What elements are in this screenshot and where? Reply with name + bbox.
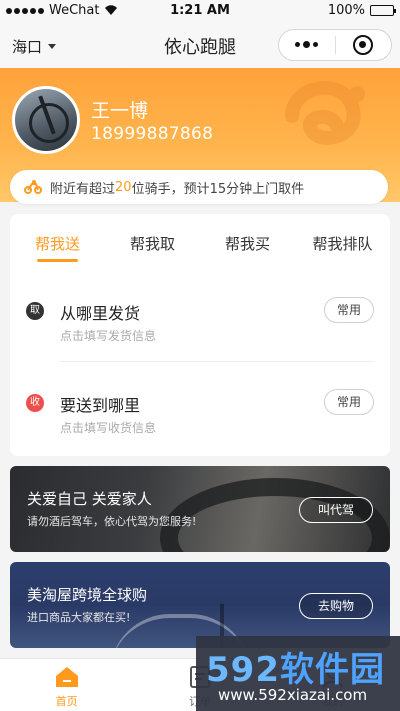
banner-designated-driver[interactable]: 关爱自己 关爱家人 请勿酒后驾车，依心代驾为您服务! 叫代驾 — [10, 466, 390, 552]
watermark-logo: 592软件园 — [206, 642, 385, 691]
notice-suffix: 位骑手，预计15分钟上门取件 — [131, 181, 305, 197]
send-address-title: 从哪里发货 — [60, 304, 141, 323]
receive-common-button[interactable]: 常用 — [324, 389, 374, 415]
rider-icon — [24, 180, 42, 194]
status-right: 100% — [327, 3, 396, 18]
receive-address-row[interactable]: 收 要送到哪里 点击填写收货信息 常用 — [10, 384, 390, 454]
rider-notice: 附近有超过 20 位骑手，预计15分钟上门取件 — [10, 170, 388, 204]
miniprogram-capsule — [278, 29, 392, 61]
divider — [60, 361, 374, 362]
call-driver-button[interactable]: 叫代驾 — [299, 497, 373, 523]
user-name: 王一博 — [91, 100, 149, 122]
service-card: 帮我送 帮我取 帮我买 帮我排队 取 从哪里发货 点击填写发货信息 常用 收 要… — [10, 214, 390, 456]
site-watermark: 592软件园 www.592xiazai.com — [196, 636, 400, 711]
banner-title: 关爱自己 关爱家人 — [27, 490, 152, 508]
send-common-button[interactable]: 常用 — [324, 297, 374, 323]
avatar[interactable] — [12, 86, 80, 154]
receive-address-title: 要送到哪里 — [60, 396, 141, 415]
more-menu-button[interactable] — [279, 41, 335, 48]
banner-title: 美淘屋跨境全球购 — [27, 586, 148, 604]
tab-buy[interactable]: 帮我买 — [200, 214, 295, 264]
tabbar-home-label: 首页 — [55, 695, 78, 708]
notice-prefix: 附近有超过 — [50, 181, 116, 197]
notice-rider-count: 20 — [115, 179, 132, 195]
tab-send[interactable]: 帮我送 — [10, 214, 105, 264]
home-icon — [55, 667, 78, 687]
status-bar: WeChat 1:21 AM 100% — [0, 0, 400, 22]
tabbar-home[interactable]: 首页 — [0, 659, 133, 711]
watermark-url: www.592xiazai.com — [218, 686, 368, 704]
banner-subtitle: 进口商品大家都在买! — [27, 611, 131, 624]
receive-badge-icon: 收 — [26, 394, 44, 412]
go-shopping-button[interactable]: 去购物 — [299, 593, 373, 619]
receive-address-hint: 点击填写收货信息 — [60, 421, 157, 435]
watermark-brand: 软件园 — [279, 650, 385, 690]
battery-percent: 100% — [327, 3, 365, 18]
banner-subtitle: 请勿酒后驾车，依心代驾为您服务! — [27, 515, 197, 528]
close-miniprogram-button[interactable] — [336, 35, 392, 55]
watermark-number: 592 — [206, 650, 280, 690]
tab-queue[interactable]: 帮我排队 — [295, 214, 390, 264]
nav-bar: 海口 依心跑腿 — [0, 22, 400, 68]
send-address-hint: 点击填写发货信息 — [60, 329, 157, 343]
send-address-row[interactable]: 取 从哪里发货 点击填写发货信息 常用 — [10, 292, 390, 362]
battery-icon — [370, 5, 396, 16]
close-target-icon — [353, 35, 374, 55]
tab-pickup[interactable]: 帮我取 — [105, 214, 200, 264]
pickup-badge-icon: 取 — [26, 302, 44, 320]
user-phone: 18999887868 — [91, 124, 214, 144]
service-tabs: 帮我送 帮我取 帮我买 帮我排队 — [10, 214, 390, 264]
